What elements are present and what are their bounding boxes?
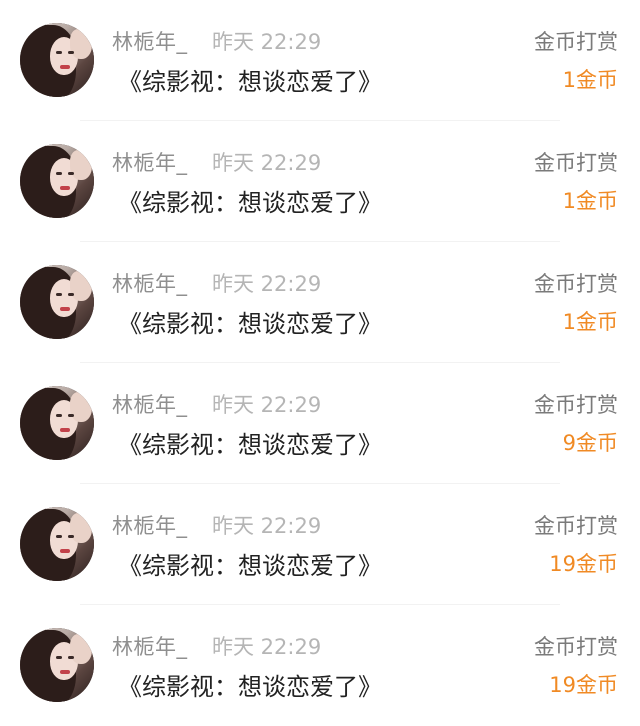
- timestamp: 昨天 22:29: [212, 30, 322, 54]
- avatar[interactable]: [20, 23, 94, 97]
- reward-type-label: 金币打赏: [534, 30, 618, 54]
- list-item[interactable]: 林栀年_ 昨天 22:29 金币打赏 《综影视：想谈恋爱了》 1金币: [0, 242, 640, 363]
- list-item[interactable]: 林栀年_ 昨天 22:29 金币打赏 《综影视：想谈恋爱了》 19金币: [0, 605, 640, 726]
- timestamp: 昨天 22:29: [212, 393, 322, 417]
- list-item[interactable]: 林栀年_ 昨天 22:29 金币打赏 《综影视：想谈恋爱了》 19金币: [0, 484, 640, 605]
- list-item[interactable]: 林栀年_ 昨天 22:29 金币打赏 《综影视：想谈恋爱了》 9金币: [0, 363, 640, 484]
- list-item[interactable]: 林栀年_ 昨天 22:29 金币打赏 《综影视：想谈恋爱了》 1金币: [0, 0, 640, 121]
- username[interactable]: 林栀年_: [112, 147, 188, 177]
- book-title[interactable]: 《综影视：想谈恋爱了》: [118, 183, 382, 218]
- book-title[interactable]: 《综影视：想谈恋爱了》: [118, 546, 382, 581]
- book-title[interactable]: 《综影视：想谈恋爱了》: [118, 425, 382, 460]
- reward-amount: 1金币: [562, 310, 618, 334]
- reward-type-label: 金币打赏: [534, 272, 618, 296]
- username[interactable]: 林栀年_: [112, 26, 188, 56]
- list-item[interactable]: 林栀年_ 昨天 22:29 金币打赏 《综影视：想谈恋爱了》 1金币: [0, 121, 640, 242]
- timestamp: 昨天 22:29: [212, 514, 322, 538]
- reward-amount: 1金币: [562, 189, 618, 213]
- timestamp: 昨天 22:29: [212, 151, 322, 175]
- reward-amount: 19金币: [549, 673, 618, 697]
- reward-amount: 9金币: [562, 431, 618, 455]
- reward-type-label: 金币打赏: [534, 151, 618, 175]
- reward-amount: 19金币: [549, 552, 618, 576]
- avatar[interactable]: [20, 144, 94, 218]
- username[interactable]: 林栀年_: [112, 510, 188, 540]
- reward-amount: 1金币: [562, 68, 618, 92]
- username[interactable]: 林栀年_: [112, 389, 188, 419]
- book-title[interactable]: 《综影视：想谈恋爱了》: [118, 304, 382, 339]
- reward-type-label: 金币打赏: [534, 514, 618, 538]
- avatar[interactable]: [20, 507, 94, 581]
- username[interactable]: 林栀年_: [112, 268, 188, 298]
- timestamp: 昨天 22:29: [212, 272, 322, 296]
- avatar[interactable]: [20, 265, 94, 339]
- avatar[interactable]: [20, 628, 94, 702]
- avatar[interactable]: [20, 386, 94, 460]
- timestamp: 昨天 22:29: [212, 635, 322, 659]
- reward-type-label: 金币打赏: [534, 393, 618, 417]
- username[interactable]: 林栀年_: [112, 631, 188, 661]
- reward-type-label: 金币打赏: [534, 635, 618, 659]
- book-title[interactable]: 《综影视：想谈恋爱了》: [118, 62, 382, 97]
- reward-list: 林栀年_ 昨天 22:29 金币打赏 《综影视：想谈恋爱了》 1金币 林栀年_ …: [0, 0, 640, 725]
- book-title[interactable]: 《综影视：想谈恋爱了》: [118, 667, 382, 702]
